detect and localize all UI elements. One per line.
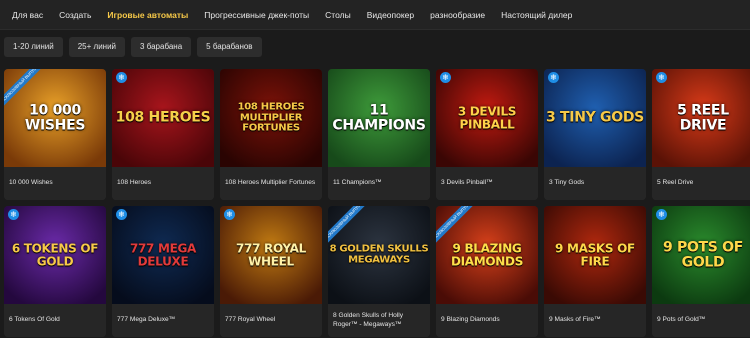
- game-title: 10 000 Wishes: [4, 167, 106, 200]
- game-thumbnail[interactable]: 6 TOKENS OF GOLD ❄: [4, 206, 106, 304]
- game-title: 5 Reel Drive: [652, 167, 750, 200]
- game-logo: 5 REEL DRIVE: [677, 102, 729, 133]
- filter-bar: 1-20 линий 25+ линий 3 барабана 5 барабанов: [0, 30, 750, 64]
- game-thumbnail[interactable]: 9 POTS OF GOLD ❄: [652, 206, 750, 304]
- game-card[interactable]: 9 POTS OF GOLD ❄ 9 Pots of Gold™: [652, 206, 750, 337]
- game-card[interactable]: 8 GOLDEN SKULLS MEGAWAYS ЭКСКЛЮЗИВНЫЙ ВЫП…: [328, 206, 430, 337]
- game-thumbnail[interactable]: 11 CHAMPIONS: [328, 69, 430, 167]
- game-thumbnail[interactable]: 3 TINY GODS ❄: [544, 69, 646, 167]
- game-title: 108 Heroes: [112, 167, 214, 200]
- game-logo: 11 CHAMPIONS: [332, 102, 426, 133]
- game-card[interactable]: 11 CHAMPIONS 11 Champions™: [328, 69, 430, 200]
- nav-tab[interactable]: Настоящий дилер: [493, 10, 580, 20]
- game-card[interactable]: 777 MEGA DELUXE ❄ 777 Mega Deluxe™: [112, 206, 214, 337]
- game-logo: 108 HEROES: [115, 109, 211, 126]
- game-card[interactable]: 108 HEROES ❄ 108 Heroes: [112, 69, 214, 200]
- game-thumbnail[interactable]: 9 BLAZING DIAMONDS ЭКСКЛЮЗИВНЫЙ ВЫПУСК: [436, 206, 538, 304]
- snowflake-icon: ❄: [8, 209, 19, 220]
- snowflake-icon: ❄: [656, 72, 667, 83]
- game-thumbnail[interactable]: 777 ROYAL WHEEL ❄: [220, 206, 322, 304]
- snowflake-icon: ❄: [224, 209, 235, 220]
- game-logo: 9 BLAZING DIAMONDS: [450, 241, 524, 268]
- game-card[interactable]: 9 BLAZING DIAMONDS ЭКСКЛЮЗИВНЫЙ ВЫПУСК 9 B…: [436, 206, 538, 337]
- snowflake-icon: ❄: [116, 209, 127, 220]
- game-title: 8 Golden Skulls of Holly Roger™ - Megawa…: [328, 304, 430, 337]
- game-title: 9 Blazing Diamonds: [436, 304, 538, 337]
- game-title: 3 Tiny Gods: [544, 167, 646, 200]
- nav-tab[interactable]: Создать: [51, 10, 99, 20]
- game-title: 108 Heroes Multiplier Fortunes: [220, 167, 322, 200]
- game-card[interactable]: 6 TOKENS OF GOLD ❄ 6 Tokens Of Gold: [4, 206, 106, 337]
- game-thumbnail[interactable]: 108 HEROES ❄: [112, 69, 214, 167]
- game-thumbnail[interactable]: 10 000 WISHES ЭКСКЛЮЗИВНЫЙ ВЫПУСК: [4, 69, 106, 167]
- game-logo: 3 TINY GODS: [546, 109, 644, 126]
- game-logo: 3 DEVILS PINBALL: [457, 104, 517, 131]
- game-title: 3 Devils Pinball™: [436, 167, 538, 200]
- game-title: 777 Royal Wheel: [220, 304, 322, 337]
- game-title: 9 Pots of Gold™: [652, 304, 750, 337]
- game-logo: 6 TOKENS OF GOLD: [11, 241, 99, 268]
- game-logo: 9 MASKS OF FIRE: [555, 241, 635, 268]
- game-logo: 10 000 WISHES: [24, 102, 86, 133]
- game-title: 9 Masks of Fire™: [544, 304, 646, 337]
- game-title: 6 Tokens Of Gold: [4, 304, 106, 337]
- game-card[interactable]: 9 MASKS OF FIRE 9 Masks of Fire™: [544, 206, 646, 337]
- game-logo: 777 ROYAL WHEEL: [235, 241, 306, 268]
- game-thumbnail[interactable]: 108 HEROES MULTIPLIER FORTUNES: [220, 69, 322, 167]
- games-grid: 10 000 WISHES ЭКСКЛЮЗИВНЫЙ ВЫПУСК 10 000 W…: [4, 69, 750, 337]
- game-thumbnail[interactable]: 5 REEL DRIVE ❄: [652, 69, 750, 167]
- filter-chip[interactable]: 3 барабана: [131, 37, 192, 57]
- game-logo: 8 GOLDEN SKULLS MEGAWAYS: [329, 243, 429, 265]
- game-card[interactable]: 10 000 WISHES ЭКСКЛЮЗИВНЫЙ ВЫПУСК 10 000 W…: [4, 69, 106, 200]
- nav-tab[interactable]: Прогрессивные джек-поты: [196, 10, 317, 20]
- game-logo: 108 HEROES MULTIPLIER FORTUNES: [237, 101, 305, 134]
- snowflake-icon: ❄: [116, 72, 127, 83]
- game-title: 11 Champions™: [328, 167, 430, 200]
- snowflake-icon: ❄: [440, 72, 451, 83]
- filter-chip[interactable]: 25+ линий: [68, 37, 126, 57]
- snowflake-icon: ❄: [656, 209, 667, 220]
- game-title: 777 Mega Deluxe™: [112, 304, 214, 337]
- filter-chip[interactable]: 1-20 линий: [4, 37, 63, 57]
- game-card[interactable]: 3 TINY GODS ❄ 3 Tiny Gods: [544, 69, 646, 200]
- game-thumbnail[interactable]: 8 GOLDEN SKULLS MEGAWAYS ЭКСКЛЮЗИВНЫЙ ВЫП…: [328, 206, 430, 304]
- nav-tab[interactable]: Видеопокер: [359, 10, 422, 20]
- game-card[interactable]: 108 HEROES MULTIPLIER FORTUNES 108 Heroes…: [220, 69, 322, 200]
- game-card[interactable]: 3 DEVILS PINBALL ❄ 3 Devils Pinball™: [436, 69, 538, 200]
- nav-tab[interactable]: разнообразие: [422, 10, 493, 20]
- game-card[interactable]: 777 ROYAL WHEEL ❄ 777 Royal Wheel: [220, 206, 322, 337]
- nav-tab[interactable]: Игровые автоматы: [99, 10, 196, 20]
- nav-tab[interactable]: Столы: [317, 10, 359, 20]
- game-logo: 777 MEGA DELUXE: [129, 241, 197, 268]
- exclusive-ribbon: ЭКСКЛЮЗИВНЫЙ ВЫПУСК: [328, 206, 368, 247]
- game-thumbnail[interactable]: 9 MASKS OF FIRE: [544, 206, 646, 304]
- filter-chip[interactable]: 5 барабанов: [197, 37, 262, 57]
- snowflake-icon: ❄: [548, 72, 559, 83]
- top-navigation: Для вас Создать Игровые автоматы Прогрессив…: [0, 0, 750, 30]
- game-thumbnail[interactable]: 3 DEVILS PINBALL ❄: [436, 69, 538, 167]
- game-thumbnail[interactable]: 777 MEGA DELUXE ❄: [112, 206, 214, 304]
- nav-tab[interactable]: Для вас: [4, 10, 51, 20]
- game-card[interactable]: 5 REEL DRIVE ❄ 5 Reel Drive: [652, 69, 750, 200]
- game-logo: 9 POTS OF GOLD: [662, 239, 744, 270]
